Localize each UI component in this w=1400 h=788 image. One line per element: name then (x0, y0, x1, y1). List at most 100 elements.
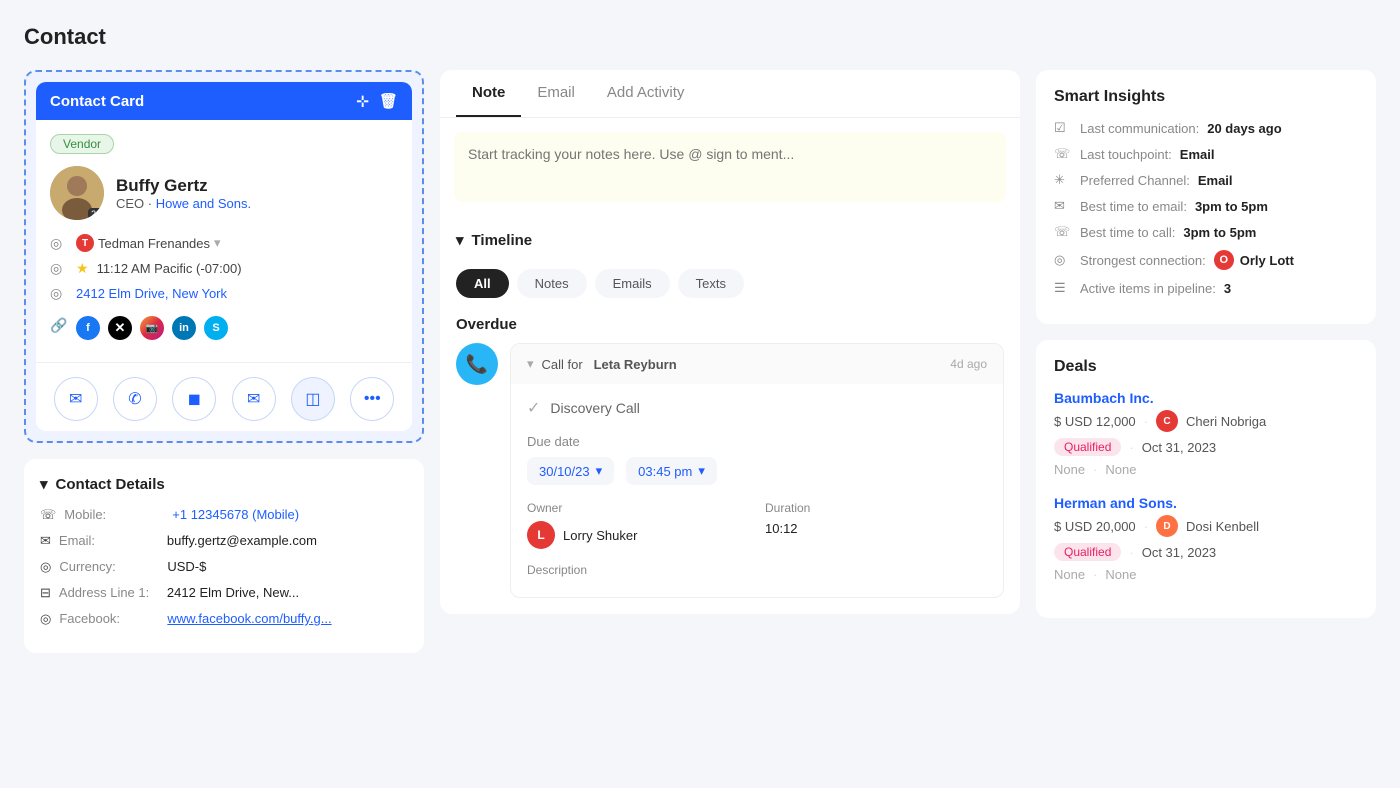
currency-icon: ◎ (40, 559, 51, 575)
chevron-details-icon: ▾ (40, 475, 48, 493)
best-call-value: 3pm to 5pm (1183, 225, 1256, 240)
call-fab[interactable]: 📞 (456, 343, 498, 385)
last-comm-label: Last communication: (1080, 121, 1199, 136)
page-title: Contact (24, 24, 1376, 50)
timeline-header[interactable]: ▾ Timeline (440, 219, 1020, 261)
owner-label: Owner (527, 501, 749, 515)
deal-owner-1: Dosi Kenbell (1186, 519, 1259, 534)
deal-none-row-0: None · None (1054, 462, 1358, 477)
skype-icon[interactable]: S (204, 316, 228, 340)
tl-tab-texts[interactable]: Texts (678, 269, 744, 298)
dot-sep: · (1144, 414, 1148, 429)
pref-channel-icon: ✳ (1054, 172, 1072, 188)
facebook-row: ◎ Facebook: www.facebook.com/buffy.g... (40, 611, 408, 627)
deal-none-0a: None (1054, 462, 1085, 477)
best-call-icon: ☏ (1054, 224, 1072, 240)
dot-sep-3: · (1144, 519, 1148, 534)
more-action-btn[interactable]: ••• (350, 377, 394, 421)
smart-insights-title: Smart Insights (1054, 88, 1358, 106)
owner-name: Lorry Shuker (563, 528, 637, 543)
deal-none-0b: None (1105, 462, 1136, 477)
address-line-row: ⊟ Address Line 1: 2412 Elm Drive, New... (40, 585, 408, 601)
contact-card-header: Contact Card ⊹ 🗑 (36, 82, 412, 120)
address-link[interactable]: 2412 Elm Drive, New York (76, 286, 227, 301)
social-row: 🔗 f ✕ 📷 in S (50, 310, 398, 340)
facebook-value[interactable]: www.facebook.com/buffy.g... (167, 611, 331, 626)
call-card: ▾ Call for Leta Reyburn 4d ago ✓ (510, 343, 1004, 598)
conn-avatar: O (1214, 250, 1234, 270)
facebook-icon[interactable]: f (76, 316, 100, 340)
deal-owner-avatar-1: D (1156, 515, 1178, 537)
call-header-left: ▾ Call for Leta Reyburn (527, 356, 677, 372)
last-touch-value: Email (1180, 147, 1215, 162)
address-line-value: 2412 Elm Drive, New... (167, 585, 299, 600)
due-date-row: 30/10/23 ▾ 03:45 pm ▾ (527, 457, 987, 485)
tab-note[interactable]: Note (456, 70, 521, 117)
calendar-action-btn[interactable]: ◫ (291, 377, 335, 421)
insight-row-1: ☏ Last touchpoint: Email (1054, 146, 1358, 162)
time-selector[interactable]: 03:45 pm ▾ (626, 457, 717, 485)
email-value: buffy.gertz@example.com (167, 533, 317, 548)
twitter-icon[interactable]: ✕ (108, 316, 132, 340)
best-email-value: 3pm to 5pm (1195, 199, 1268, 214)
contact-full-name: Buffy Gertz (116, 176, 251, 196)
deal-status-row-1: Qualified · Oct 31, 2023 (1054, 543, 1358, 561)
insight-row-3: ✉ Best time to email: 3pm to 5pm (1054, 198, 1358, 214)
chevron-icon[interactable]: ▾ (214, 235, 221, 251)
email-label: Email: (59, 533, 159, 548)
timeline-chevron-icon: ▾ (456, 231, 464, 249)
insight-row-2: ✳ Preferred Channel: Email (1054, 172, 1358, 188)
due-date-label: Due date (527, 434, 987, 449)
pref-channel-label: Preferred Channel: (1080, 173, 1190, 188)
person-icon: ◎ (50, 235, 68, 252)
date-selector[interactable]: 30/10/23 ▾ (527, 457, 614, 485)
tab-add-activity[interactable]: Add Activity (591, 70, 701, 117)
avatar-badge: 22 (88, 208, 104, 220)
best-call-label: Best time to call: (1080, 225, 1175, 240)
note-textarea[interactable] (454, 132, 1006, 202)
overdue-label: Overdue (440, 306, 1020, 343)
check-icon: ✓ (527, 398, 540, 418)
deal-name-1[interactable]: Herman and Sons. (1054, 495, 1358, 511)
contact-details-header[interactable]: ▾ Contact Details (40, 475, 408, 493)
contact-action-btn[interactable]: ◼ (172, 377, 216, 421)
contact-card-wrapper: Contact Card ⊹ 🗑 Vendor (24, 70, 424, 443)
phone-action-btn[interactable]: ✆ (113, 377, 157, 421)
time-value: 11:12 AM Pacific (-07:00) (97, 261, 242, 276)
last-comm-icon: ☑ (1054, 120, 1072, 136)
deal-name-0[interactable]: Baumbach Inc. (1054, 390, 1358, 406)
mobile-icon: ☏ (40, 507, 56, 523)
strongest-conn-icon: ◎ (1054, 252, 1072, 268)
sun-icon: ★ (76, 260, 89, 277)
company-link[interactable]: Howe and Sons. (156, 196, 251, 211)
contact-details-title: Contact Details (56, 476, 165, 493)
tab-email[interactable]: Email (521, 70, 591, 117)
strongest-conn-value: Orly Lott (1240, 253, 1294, 268)
currency-label: Currency: (59, 559, 159, 574)
delete-icon[interactable]: 🗑 (379, 92, 398, 110)
tl-tab-all[interactable]: All (456, 269, 509, 298)
linkedin-icon[interactable]: in (172, 316, 196, 340)
collapse-icon[interactable]: ▾ (527, 356, 534, 372)
mobile-label: Mobile: (64, 507, 164, 522)
contact-title-company: CEO · Howe and Sons. (116, 196, 251, 211)
mobile-row: ☏ Mobile: +1 12345678 (Mobile) (40, 507, 408, 523)
deal-meta-0: $ USD 12,000 · C Cheri Nobriga (1054, 410, 1358, 432)
tl-tab-emails[interactable]: Emails (595, 269, 670, 298)
vendor-badge: Vendor (50, 134, 114, 154)
deal-item-0: Baumbach Inc. $ USD 12,000 · C Cheri Nob… (1054, 390, 1358, 477)
instagram-icon[interactable]: 📷 (140, 316, 164, 340)
email-action-btn[interactable]: ✉ (54, 377, 98, 421)
timeline-title: Timeline (472, 232, 533, 249)
last-comm-value: 20 days ago (1207, 121, 1281, 136)
left-column: Contact Card ⊹ 🗑 Vendor (24, 70, 424, 653)
message-action-btn[interactable]: ✉ (232, 377, 276, 421)
time-value: 03:45 pm (638, 464, 692, 479)
duration-value: 10:12 (765, 521, 987, 536)
pipeline-value: 3 (1224, 281, 1231, 296)
move-icon[interactable]: ⊹ (356, 92, 369, 110)
duration-block: Duration 10:12 (765, 501, 987, 549)
mobile-value: +1 12345678 (Mobile) (172, 507, 299, 522)
date-chevron: ▾ (596, 463, 603, 479)
tl-tab-notes[interactable]: Notes (517, 269, 587, 298)
